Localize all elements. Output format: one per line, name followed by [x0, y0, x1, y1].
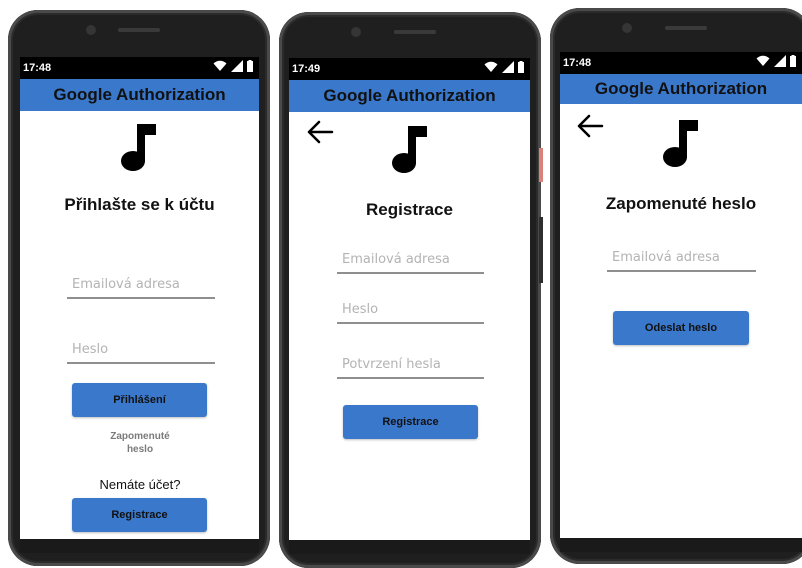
app-title-bar: Google Authorization [20, 79, 259, 111]
phone-register: 17:49 Google Authorization Registrace Re… [279, 12, 543, 568]
confirm-password-input[interactable] [337, 345, 484, 375]
status-time: 17:48 [23, 62, 52, 74]
status-bar: 17:48 [20, 57, 259, 79]
no-account-text: Nemáte účet? [99, 477, 181, 492]
volume-button [539, 217, 543, 283]
battery-icon [518, 61, 524, 73]
email-input[interactable] [337, 240, 484, 270]
front-camera [351, 27, 361, 37]
password-field[interactable] [337, 290, 484, 324]
confirm-password-field[interactable] [337, 345, 484, 379]
front-camera [86, 25, 96, 35]
wifi-icon [213, 60, 227, 71]
register-screen: 17:49 Google Authorization Registrace Re… [289, 58, 530, 554]
send-password-button[interactable]: Odeslat heslo [613, 311, 749, 345]
navigation-bar [20, 539, 259, 553]
email-field[interactable] [607, 238, 756, 272]
forgot-link-line1: Zapomenuté [110, 431, 170, 442]
wifi-icon [484, 61, 498, 72]
forgot-password-link[interactable]: Zapomenuté heslo [90, 430, 190, 456]
battery-icon [790, 55, 796, 67]
earpiece-speaker [118, 28, 160, 32]
forgot-screen: 17:48 Google Authorization Zapomenuté he… [560, 52, 802, 552]
phone-login: 17:48 Google Authorization Přihlašte se … [8, 10, 270, 566]
app-title-bar: Google Authorization [289, 80, 530, 112]
wifi-icon [756, 55, 770, 66]
signal-icon [774, 55, 786, 67]
status-time: 17:48 [563, 57, 592, 69]
status-bar: 17:49 [289, 58, 530, 80]
power-button [539, 148, 543, 182]
email-input[interactable] [607, 238, 756, 268]
password-field[interactable] [67, 330, 215, 364]
earpiece-speaker [665, 26, 707, 30]
page-title: Přihlašte se k účtu [64, 195, 215, 214]
front-camera [622, 23, 632, 33]
app-title-bar: Google Authorization [560, 74, 802, 104]
register-button[interactable]: Registrace [343, 405, 478, 439]
register-button[interactable]: Registrace [72, 498, 207, 532]
password-input[interactable] [337, 290, 484, 320]
earpiece-speaker [394, 30, 436, 34]
page-title: Zapomenuté heslo [605, 194, 757, 213]
status-time: 17:49 [292, 63, 321, 75]
login-screen: 17:48 Google Authorization Přihlašte se … [20, 57, 259, 553]
back-arrow-icon[interactable] [576, 114, 604, 138]
status-bar: 17:48 [560, 52, 802, 74]
music-note-icon [663, 120, 698, 167]
email-input[interactable] [67, 265, 215, 295]
phone-forgot: 17:48 Google Authorization Zapomenuté he… [550, 8, 802, 564]
password-input[interactable] [67, 330, 215, 360]
back-arrow-icon[interactable] [306, 120, 334, 144]
music-note-icon [392, 126, 427, 173]
signal-icon [502, 61, 514, 73]
battery-icon [247, 60, 253, 72]
page-title: Registrace [366, 200, 453, 219]
login-button[interactable]: Přihlášení [72, 383, 207, 417]
email-field[interactable] [67, 265, 215, 299]
signal-icon [231, 60, 243, 72]
music-note-icon [121, 124, 156, 171]
navigation-bar [289, 540, 530, 554]
email-field[interactable] [337, 240, 484, 274]
navigation-bar [560, 538, 802, 552]
forgot-link-line2: heslo [126, 444, 154, 455]
